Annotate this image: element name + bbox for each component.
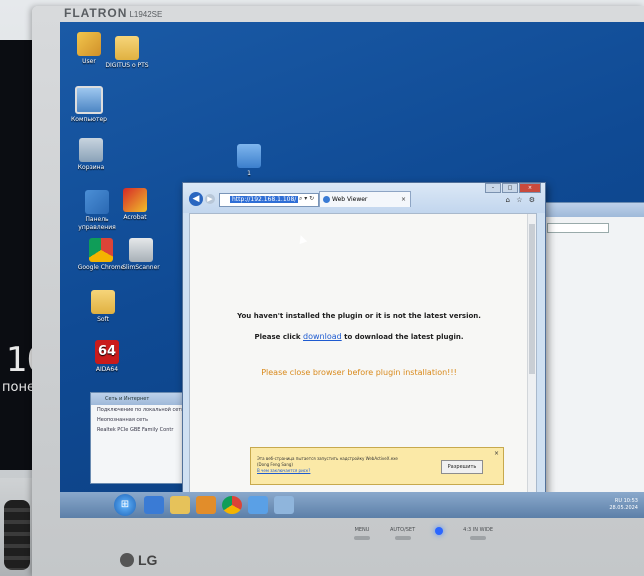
media-taskbar-icon[interactable] [196, 496, 216, 514]
download-message-suffix: to download the latest plugin. [344, 333, 464, 341]
desktop-icon-label: User [82, 58, 96, 65]
browser-titlebar[interactable]: ◀ ▶ http://192.168.1.108/ ⌕ ▾ ↻ Web View… [183, 183, 545, 213]
desktop-icon-label: Корзина [77, 164, 105, 171]
notification-close-icon[interactable]: × [494, 450, 499, 457]
desktop-icon-label: SlimScanner [122, 264, 160, 271]
tray-time[interactable]: 10:53 [624, 498, 638, 504]
close-browser-warning: Please close browser before plugin insta… [261, 368, 457, 377]
background-window-search[interactable] [547, 223, 609, 233]
monitor-brand-name: FLATRON [64, 6, 128, 20]
browser-toolbar-icons[interactable]: ⌂ ☆ ⚙ [506, 196, 537, 204]
button-knob [354, 536, 370, 540]
wide-button[interactable]: 4:3 IN WIDE [463, 527, 493, 540]
ie-window-taskbar-icon[interactable] [274, 496, 294, 514]
tab-favicon-icon [323, 196, 330, 203]
ie-taskbar-icon[interactable] [144, 496, 164, 514]
desktop-icon-recycle-bin[interactable]: Корзина [62, 138, 120, 172]
desktop-icon-label: Soft [97, 316, 109, 323]
address-text: http://192.168.1.108/ [230, 196, 299, 203]
notification-risk-link[interactable]: В чем заключается риск? [257, 468, 310, 473]
forward-button[interactable]: ▶ [205, 194, 215, 204]
desktop-icon-label: Компьютер [71, 116, 107, 123]
tab-title: Web Viewer [332, 196, 368, 203]
scrollbar-thumb[interactable] [529, 224, 535, 374]
download-message-prefix: Please click [254, 333, 301, 341]
taskbar: ⊞ RU 10:53 28.05.2024 [60, 492, 644, 518]
monitor-model: L1942SE [129, 10, 163, 19]
chrome-taskbar-icon[interactable] [222, 496, 242, 514]
scanner-icon [129, 238, 153, 262]
acrobat-icon [123, 188, 147, 212]
plugin-message: You haven't installed the plugin or it i… [237, 312, 481, 320]
desktop-icon-label: AIDA64 [95, 366, 119, 373]
allow-button[interactable]: Разрешить [441, 460, 483, 474]
recycle-bin-icon [79, 138, 103, 162]
desktop-icon-acrobat[interactable]: Acrobat [106, 188, 164, 222]
close-button[interactable]: × [519, 183, 541, 193]
desktop-icon-label: Acrobat [123, 214, 147, 221]
tray-language[interactable]: RU [615, 498, 622, 504]
vertical-scrollbar[interactable] [527, 214, 536, 496]
desktop-icon-file[interactable]: 1 [220, 144, 278, 178]
network-taskbar-icon[interactable] [248, 496, 268, 514]
menu-button[interactable]: MENU [354, 527, 370, 540]
download-link[interactable]: download [303, 332, 342, 341]
background-window-titlebar[interactable] [541, 203, 644, 217]
desktop-icon-label: DIGITUS o PTS [105, 62, 149, 69]
auto-set-button[interactable]: AUTO/SET [390, 527, 415, 540]
lg-circle-icon [120, 553, 134, 567]
background-window[interactable] [540, 202, 644, 494]
download-message: Please click download to download the la… [190, 332, 528, 341]
button-knob [394, 536, 411, 540]
wide-button-label: 4:3 IN WIDE [463, 527, 494, 533]
monitor-brand: FLATRON L1942SE [64, 6, 162, 20]
window-controls: – □ × [485, 183, 541, 193]
monitor-screen: User DIGITUS o PTS Компьютер Корзина Пан… [60, 22, 644, 518]
desktop-icon-computer[interactable]: Компьютер [60, 86, 118, 124]
file-icon [237, 144, 261, 168]
folder-icon [91, 290, 115, 314]
menu-button-label: MENU [354, 527, 370, 533]
power-led-icon [435, 527, 444, 535]
power-button[interactable] [435, 527, 444, 540]
tab-web-viewer[interactable]: Web Viewer × [319, 191, 411, 207]
monitor-buttons: MENU AUTO/SET 4:3 IN WIDE [354, 527, 493, 540]
start-button[interactable]: ⊞ [114, 494, 136, 516]
back-button[interactable]: ◀ [189, 192, 203, 206]
folder-icon [115, 36, 139, 60]
aida64-icon: 64 [95, 340, 119, 364]
tab-close-icon[interactable]: × [401, 192, 406, 208]
address-tools[interactable]: ⌕ ▾ ↻ [299, 195, 314, 203]
notification-message: Эта веб-страница пытается запустить надс… [257, 456, 398, 461]
desktop-icon-slimscanner[interactable]: SlimScanner [112, 238, 170, 272]
computer-icon [75, 86, 103, 114]
cable-coil [4, 500, 30, 570]
lg-logo-text: LG [138, 552, 158, 568]
desktop-icon-digitus[interactable]: DIGITUS o PTS [98, 36, 156, 70]
addon-notification-bar: Эта веб-страница пытается запустить надс… [250, 447, 504, 485]
desktop-icon-aida64[interactable]: 64 AIDA64 [78, 340, 136, 374]
desktop-icon-label: 1 [247, 170, 251, 177]
notification-text: Эта веб-страница пытается запустить надс… [257, 456, 427, 474]
tray-date[interactable]: 28.05.2024 [609, 505, 638, 511]
desktop-icon-soft[interactable]: Soft [74, 290, 132, 324]
minimize-button[interactable]: – [485, 183, 501, 193]
lg-logo: LG [120, 552, 157, 568]
button-knob [470, 536, 487, 540]
maximize-button[interactable]: □ [502, 183, 518, 193]
chrome-icon [89, 238, 113, 262]
explorer-taskbar-icon[interactable] [170, 496, 190, 514]
system-tray[interactable]: RU 10:53 28.05.2024 [609, 498, 638, 512]
notification-publisher: (Dong Feng Sang) [257, 462, 293, 467]
auto-set-button-label: AUTO/SET [390, 527, 416, 533]
